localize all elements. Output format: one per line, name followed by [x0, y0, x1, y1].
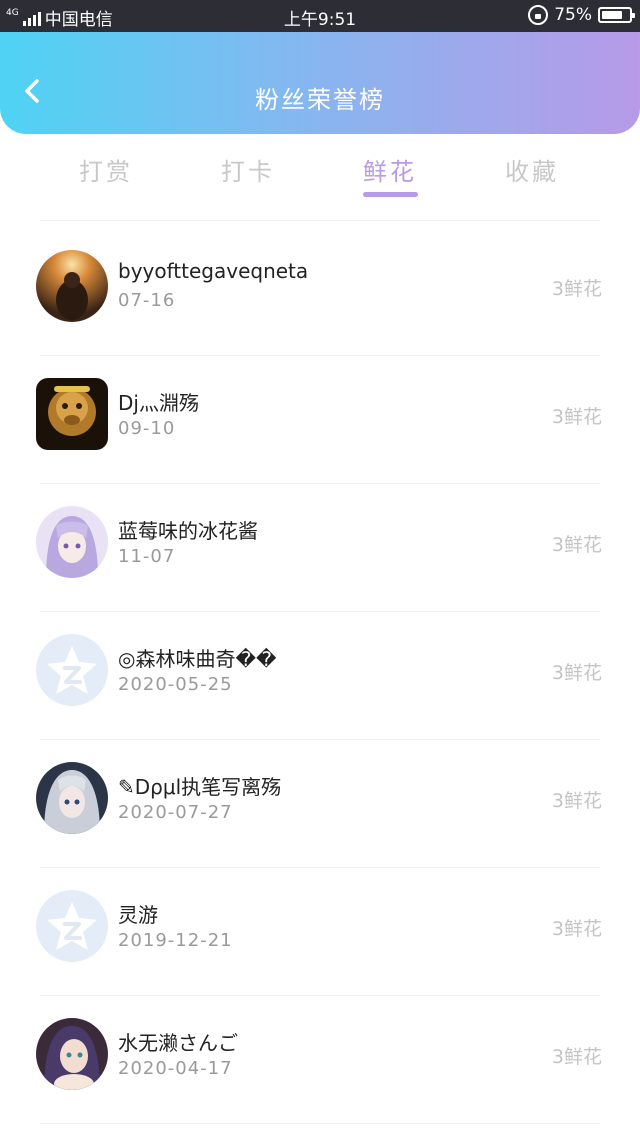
active-tab-indicator [363, 192, 418, 197]
rotation-lock-icon [528, 5, 549, 25]
fan-name: Dj灬淵殇 [118, 391, 199, 415]
fan-date: 2020-05-25 [118, 674, 233, 695]
fan-date: 07-16 [118, 290, 176, 311]
page-title: 粉丝荣誉榜 [255, 86, 385, 114]
fan-name: 水无濑さんご [118, 1031, 238, 1055]
fan-name: 灵游 [118, 903, 158, 927]
default-avatar-star-icon [36, 890, 108, 962]
list-item[interactable]: Dj灬淵殇 09-10 3鲜花 [0, 356, 640, 484]
flower-count: 3鲜花 [551, 534, 602, 556]
anime-girl-silver-icon [36, 762, 108, 834]
tab-checkin[interactable]: 打卡 [188, 152, 308, 187]
flower-count: 3鲜花 [551, 662, 602, 684]
fan-date: 2020-07-27 [118, 802, 233, 823]
default-avatar-star-icon [36, 634, 108, 706]
tab-bar: 打赏 打卡 鲜花 收藏 [0, 134, 640, 221]
status-right: 75% [528, 5, 635, 25]
row-divider [40, 1123, 600, 1124]
fan-name: byyofttegaveqneta [118, 259, 309, 283]
list-item[interactable]: ◎森林味曲奇�� 2020-05-25 3鲜花 [0, 612, 640, 740]
monkey-king-icon [36, 378, 108, 450]
flower-count: 3鲜花 [551, 918, 602, 940]
status-bar: 4G 中国电信 上午9:51 75% [0, 0, 640, 32]
flower-count: 3鲜花 [551, 278, 602, 300]
fan-date: 09-10 [118, 418, 176, 439]
header: 粉丝荣誉榜 [0, 32, 640, 134]
avatar[interactable] [36, 378, 108, 450]
list-item[interactable]: byyofttegaveqneta 07-16 3鲜花 [0, 228, 640, 356]
battery-percent: 75% [554, 5, 592, 25]
fan-date: 2020-04-17 [118, 1058, 233, 1079]
list-item[interactable]: 水无濑さんご 2020-04-17 3鲜花 [0, 996, 640, 1124]
avatar[interactable] [36, 890, 108, 962]
tab-divider [40, 220, 600, 221]
fan-date: 2019-12-21 [118, 930, 233, 951]
fan-list: byyofttegaveqneta 07-16 3鲜花 Dj灬淵殇 09-10 … [0, 228, 640, 1124]
tab-flowers[interactable]: 鲜花 [330, 152, 450, 187]
fan-date: 11-07 [118, 546, 176, 567]
avatar[interactable] [36, 634, 108, 706]
list-item[interactable]: 灵游 2019-12-21 3鲜花 [0, 868, 640, 996]
anime-girl-purple-icon [36, 506, 108, 578]
avatar[interactable] [36, 762, 108, 834]
fan-name: 蓝莓味的冰花酱 [118, 519, 258, 543]
fan-name: ◎森林味曲奇�� [118, 647, 277, 671]
tab-tip[interactable]: 打赏 [46, 152, 166, 187]
flower-count: 3鲜花 [551, 790, 602, 812]
sunset-photo-icon [36, 250, 108, 322]
fan-name: ✎Dρμl执笔写离殇 [118, 775, 282, 799]
flower-count: 3鲜花 [551, 406, 602, 428]
avatar[interactable] [36, 1018, 108, 1090]
battery-icon [598, 7, 635, 23]
anime-girl-dark-icon [36, 1018, 108, 1090]
flower-count: 3鲜花 [551, 1046, 602, 1068]
avatar[interactable] [36, 506, 108, 578]
tab-favorites[interactable]: 收藏 [472, 152, 592, 187]
avatar[interactable] [36, 250, 108, 322]
battery-fill [602, 11, 622, 19]
list-item[interactable]: 蓝莓味的冰花酱 11-07 3鲜花 [0, 484, 640, 612]
list-item[interactable]: ✎Dρμl执笔写离殇 2020-07-27 3鲜花 [0, 740, 640, 868]
